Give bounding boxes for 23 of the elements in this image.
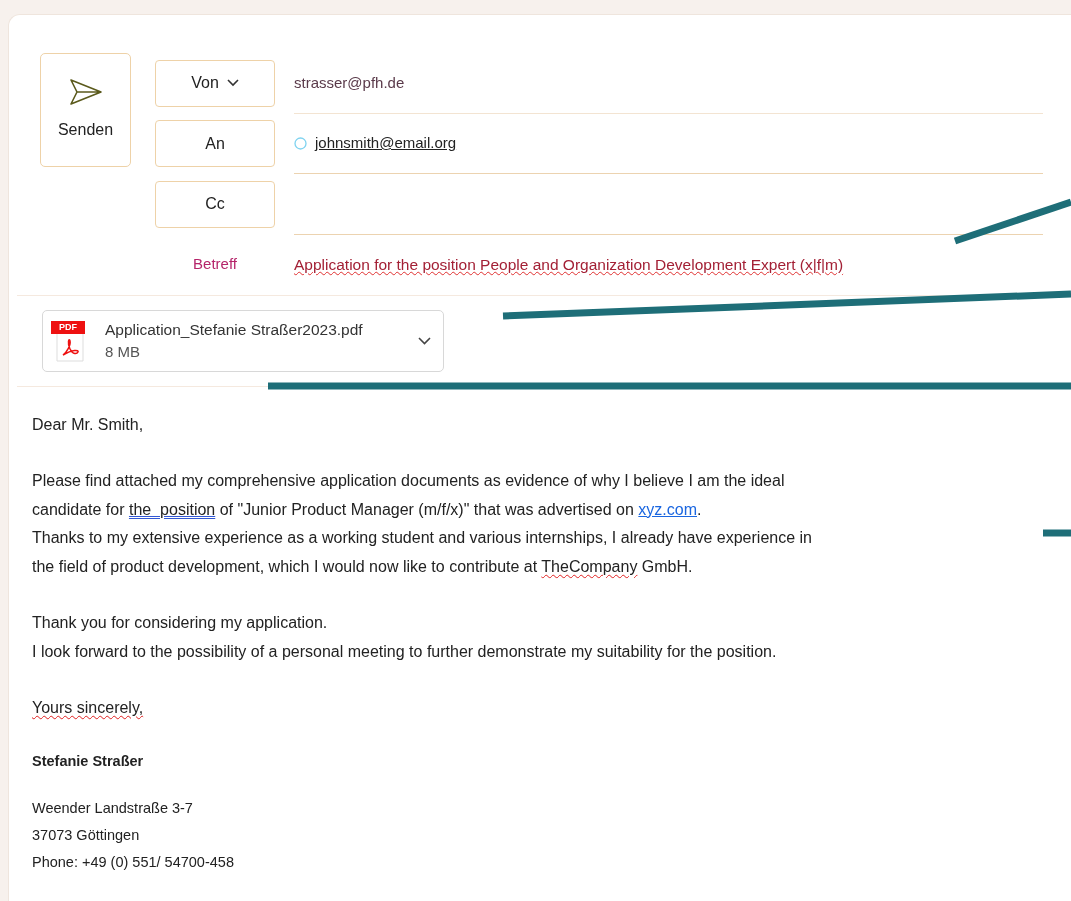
subject-label: Betreff [192, 254, 238, 275]
subject-field[interactable]: Application for the position People and Organization Development Expert (x|f|m) [294, 252, 844, 277]
body-paragraph: Yours sincerely, [32, 698, 144, 718]
cc-button[interactable]: Cc [155, 180, 275, 228]
attachment-card[interactable]: PDF Application_Stefanie Straßer2023.pdf 8 MB [42, 309, 444, 372]
to-button[interactable]: An [155, 120, 275, 168]
body-paragraph: Dear Mr. Smith, [32, 414, 144, 435]
send-button[interactable]: Senden [40, 53, 131, 167]
body-paragraph: Thank you for considering my application. I look forward to the possibility of a personal meeting to further demonstrate my suitability for the position. [32, 613, 777, 662]
send-icon [68, 78, 103, 106]
body-paragraph: Please find attached my comprehensive application documents as evidence of why I believe I am the ideal candidate for the position of "Junior Product Manager (m/f/x)" that was advertised on xyz.com. Thanks to my extensive experience as a working student and various internships, I already have experience in the field of product development, which I would now like to contribute at TheCompany GmbH. [32, 471, 812, 577]
signature-address: Weender Landstraße 3-7 37073 Göttingen Phone: +49 (0) 551/ 54700-458 [32, 799, 234, 872]
chevron-down-icon[interactable] [418, 336, 431, 345]
status-circle-icon [294, 136, 307, 150]
from-dropdown-button[interactable]: Von [155, 59, 275, 107]
recipient-address[interactable]: johnsmith@email.org [315, 132, 457, 155]
link[interactable]: xyz.com [638, 500, 697, 518]
signature-name: Stefanie Straßer [32, 751, 144, 771]
file-type-badge: PDF [51, 320, 85, 334]
attachment-name: Application_Stefanie Straßer2023.pdf [105, 319, 364, 340]
attachment-size: 8 MB [105, 341, 141, 362]
from-address: strasser@pfh.de [294, 72, 405, 93]
chevron-down-icon [226, 79, 239, 88]
